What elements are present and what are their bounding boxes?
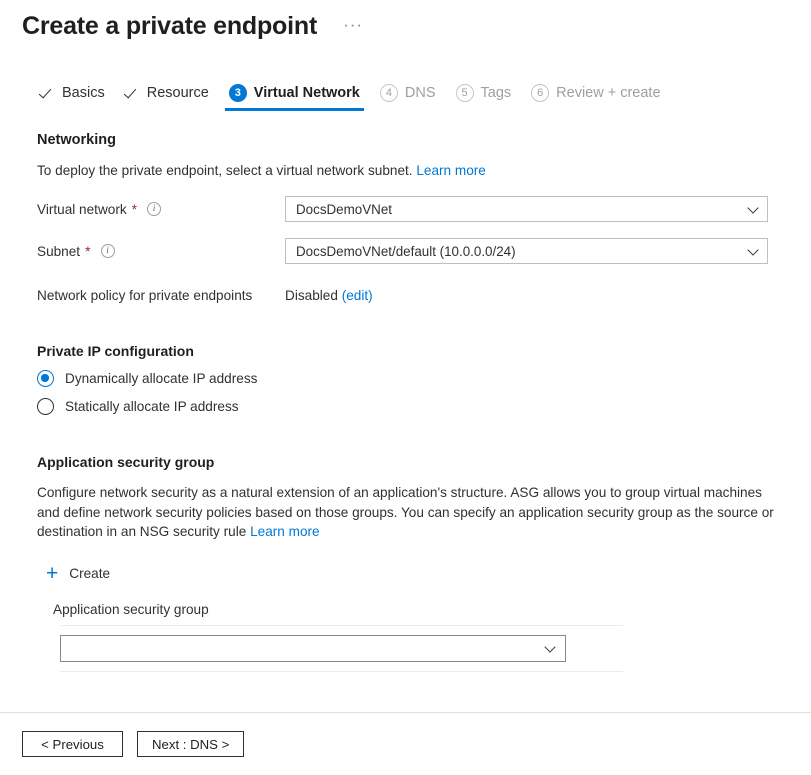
tab-label: Basics: [62, 84, 105, 102]
required-asterisk: *: [132, 204, 137, 214]
virtual-network-dropdown[interactable]: DocsDemoVNet: [285, 196, 768, 222]
info-icon[interactable]: i: [101, 244, 115, 258]
radio-button-icon[interactable]: [37, 398, 54, 415]
network-policy-edit-link[interactable]: (edit): [342, 288, 373, 303]
networking-heading: Networking: [37, 132, 781, 148]
wizard-footer: < Previous Next : DNS >: [0, 712, 811, 775]
info-icon[interactable]: i: [147, 202, 161, 216]
virtual-network-value: DocsDemoVNet: [296, 202, 392, 217]
virtual-network-label-text: Virtual network: [37, 202, 127, 217]
divider-bottom: [60, 671, 623, 672]
subnet-label-text: Subnet: [37, 244, 80, 259]
asg-description-text: Configure network security as a natural …: [37, 485, 774, 539]
create-asg-label: Create: [69, 566, 110, 581]
networking-learn-more-link[interactable]: Learn more: [416, 163, 486, 178]
radio-dynamically-allocate[interactable]: Dynamically allocate IP address: [37, 370, 781, 387]
asg-field-block: Application security group: [53, 602, 781, 672]
previous-button[interactable]: < Previous: [22, 731, 123, 757]
tab-dns[interactable]: 4 DNS: [370, 84, 446, 111]
subnet-dropdown[interactable]: DocsDemoVNet/default (10.0.0.0/24): [285, 238, 768, 264]
next-dns-button[interactable]: Next : DNS >: [137, 731, 244, 757]
asg-dropdown[interactable]: [60, 635, 566, 662]
tab-review-create[interactable]: 6 Review + create: [521, 84, 670, 111]
chevron-down-icon: [748, 204, 759, 215]
divider-top: [60, 625, 623, 626]
network-policy-value: Disabled: [285, 288, 338, 303]
required-asterisk: *: [85, 246, 90, 256]
virtual-network-label: Virtual network * i: [37, 202, 285, 217]
virtual-network-row: Virtual network * i DocsDemoVNet: [37, 196, 781, 222]
tab-label: Tags: [481, 84, 512, 102]
wizard-tab-bar: Basics Resource 3 Virtual Network 4 DNS …: [0, 77, 811, 111]
page-header: Create a private endpoint ···: [0, 0, 811, 44]
asg-description: Configure network security as a natural …: [37, 483, 775, 542]
tab-virtual-network[interactable]: 3 Virtual Network: [219, 84, 370, 111]
radio-statically-allocate[interactable]: Statically allocate IP address: [37, 398, 781, 415]
chevron-down-icon: [545, 643, 556, 654]
step-number-badge: 5: [456, 84, 474, 102]
step-number-badge: 4: [380, 84, 398, 102]
check-icon: [125, 86, 140, 101]
more-options-icon[interactable]: ···: [339, 18, 367, 32]
tab-label: DNS: [405, 84, 436, 102]
tab-label: Review + create: [556, 84, 660, 102]
subnet-value: DocsDemoVNet/default (10.0.0.0/24): [296, 244, 516, 259]
radio-label: Dynamically allocate IP address: [65, 371, 257, 386]
tab-basics[interactable]: Basics: [30, 84, 115, 111]
radio-label: Statically allocate IP address: [65, 399, 239, 414]
tab-label: Resource: [147, 84, 209, 102]
networking-description: To deploy the private endpoint, select a…: [37, 161, 779, 180]
chevron-down-icon: [748, 246, 759, 257]
step-number-badge: 3: [229, 84, 247, 102]
networking-description-text: To deploy the private endpoint, select a…: [37, 163, 413, 178]
subnet-row: Subnet * i DocsDemoVNet/default (10.0.0.…: [37, 238, 781, 264]
subnet-label: Subnet * i: [37, 244, 285, 259]
create-asg-button[interactable]: + Create: [46, 565, 110, 583]
network-policy-label-text: Network policy for private endpoints: [37, 288, 252, 303]
form-content: Networking To deploy the private endpoin…: [0, 132, 811, 672]
step-number-badge: 6: [531, 84, 549, 102]
tab-resource[interactable]: Resource: [115, 84, 219, 111]
tab-tags[interactable]: 5 Tags: [446, 84, 522, 111]
private-ip-heading: Private IP configuration: [37, 343, 781, 359]
tab-label: Virtual Network: [254, 84, 360, 102]
page-title: Create a private endpoint: [22, 11, 317, 41]
check-icon: [40, 86, 55, 101]
asg-field-label: Application security group: [53, 602, 781, 617]
plus-icon: +: [46, 565, 58, 583]
network-policy-label: Network policy for private endpoints: [37, 288, 285, 303]
network-policy-row: Network policy for private endpoints Dis…: [37, 282, 781, 308]
network-policy-value-group: Disabled (edit): [285, 288, 373, 303]
asg-learn-more-link[interactable]: Learn more: [250, 524, 320, 539]
asg-heading: Application security group: [37, 454, 781, 470]
radio-button-selected-icon[interactable]: [37, 370, 54, 387]
